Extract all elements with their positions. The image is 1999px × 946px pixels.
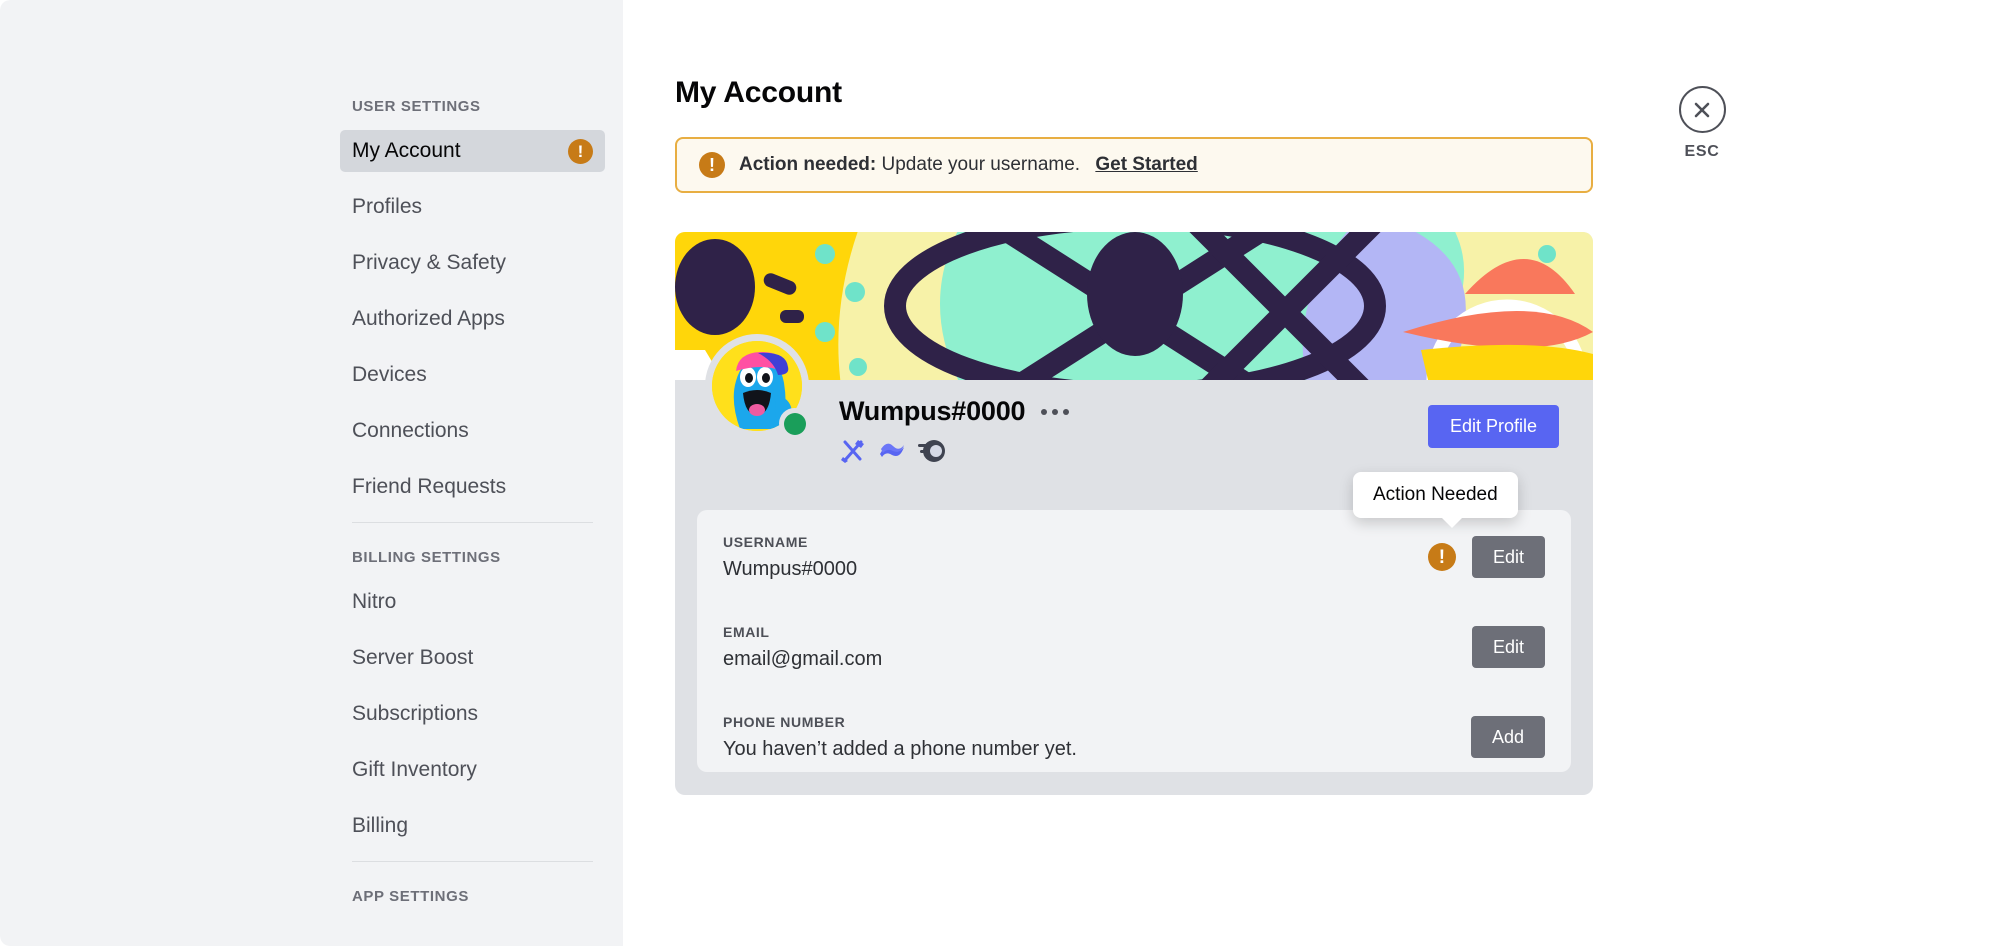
hypesquad-events-badge-icon[interactable] [839,437,867,465]
edit-email-button[interactable]: Edit [1471,626,1545,668]
sidebar-item-label: Authorized Apps [352,307,505,330]
field-label-email: EMAIL [723,624,770,640]
edit-profile-button[interactable]: Edit Profile [1427,405,1559,448]
edit-username-button[interactable]: Edit [1471,536,1545,578]
add-phone-number-button[interactable]: Add [1470,716,1545,758]
settings-sidebar: USER SETTINGS My Account ! Profiles Priv… [0,0,623,946]
sidebar-item-label: Friend Requests [352,475,507,498]
sidebar-section-header-billing-settings: BILLING SETTINGS [352,549,501,566]
field-actions-username: ! Edit [1427,536,1545,578]
action-needed-tooltip: Action Needed [1353,472,1518,528]
avatar[interactable] [705,334,810,439]
profile-identity: Wumpus#0000 [839,396,1071,465]
field-row-phone-number: PHONE NUMBER You haven’t added a phone n… [723,714,1545,776]
esc-label: ESC [1684,143,1720,160]
field-label-phone-number: PHONE NUMBER [723,714,846,730]
sidebar-nav: USER SETTINGS My Account ! Profiles Priv… [340,96,605,920]
profile-username: Wumpus#0000 [839,396,1026,426]
sidebar-item-server-boost[interactable]: Server Boost [340,637,605,679]
close-x-icon [1678,86,1726,133]
sidebar-item-label: Nitro [352,590,397,613]
alert-body-text: Update your username. [881,154,1081,175]
sidebar-item-label: Profiles [352,195,423,218]
username-warning-icon[interactable]: ! [1427,543,1456,571]
sidebar-section-header-app-settings: APP SETTINGS [352,888,469,905]
warning-badge-icon: ! [568,138,593,164]
field-value-email: email@gmail.com [723,648,883,670]
sidebar-item-connections[interactable]: Connections [340,410,605,452]
field-label-username: USERNAME [723,534,808,550]
sidebar-item-privacy-and-safety[interactable]: Privacy & Safety [340,242,605,284]
sidebar-item-devices[interactable]: Devices [340,354,605,396]
sidebar-item-authorized-apps[interactable]: Authorized Apps [340,298,605,340]
sidebar-item-friend-requests[interactable]: Friend Requests [340,466,605,508]
sidebar-item-label: Gift Inventory [352,758,477,781]
sidebar-item-my-account[interactable]: My Account ! [340,130,605,172]
profile-badges [839,437,1071,465]
field-row-email: EMAIL email@gmail.com Edit [723,624,1545,686]
profile-banner-art [675,232,1593,380]
field-row-username: USERNAME Wumpus#0000 ! Edit [723,534,1545,596]
sidebar-item-subscriptions[interactable]: Subscriptions [340,693,605,735]
sidebar-section-header-user-settings: USER SETTINGS [352,98,481,115]
warning-exclamation-icon: ! [699,152,725,178]
sidebar-item-label: Devices [352,363,427,386]
close-settings-button[interactable]: ESC [1662,86,1742,161]
more-options-icon[interactable] [1039,403,1071,421]
action-needed-banner: ! Action needed: Update your username. G… [675,137,1593,193]
field-actions-email: Edit [1471,626,1545,668]
field-actions-phone-number: Add [1470,716,1545,758]
account-fields-panel: USERNAME Wumpus#0000 ! Edit EMAIL email@… [697,510,1571,772]
sidebar-item-gift-inventory[interactable]: Gift Inventory [340,749,605,791]
sidebar-item-label: Connections [352,419,469,442]
sidebar-item-label: Billing [352,814,409,837]
sidebar-item-label: Privacy & Safety [352,251,507,274]
alert-strong-text: Action needed: [739,154,877,175]
sidebar-item-label: Server Boost [352,646,474,669]
sidebar-item-nitro[interactable]: Nitro [340,581,605,623]
sidebar-item-label: Subscriptions [352,702,479,725]
field-value-username: Wumpus#0000 [723,558,858,580]
alert-message: Action needed: Update your username. Get… [739,154,1198,176]
sidebar-divider [352,861,593,862]
field-value-phone-number: You haven’t added a phone number yet. [723,738,1077,760]
sidebar-item-billing[interactable]: Billing [340,805,605,847]
get-started-link[interactable]: Get Started [1095,154,1197,175]
sidebar-item-profiles[interactable]: Profiles [340,186,605,228]
status-online-icon [779,408,810,439]
page-title: My Account [675,76,842,109]
comet-badge-icon[interactable] [917,437,945,465]
nitro-wave-badge-icon[interactable] [878,437,906,465]
sidebar-divider [352,522,593,523]
sidebar-item-label: My Account [352,139,461,162]
user-settings-window: USER SETTINGS My Account ! Profiles Priv… [0,0,1999,946]
settings-content: My Account ! Action needed: Update your … [623,0,1999,946]
